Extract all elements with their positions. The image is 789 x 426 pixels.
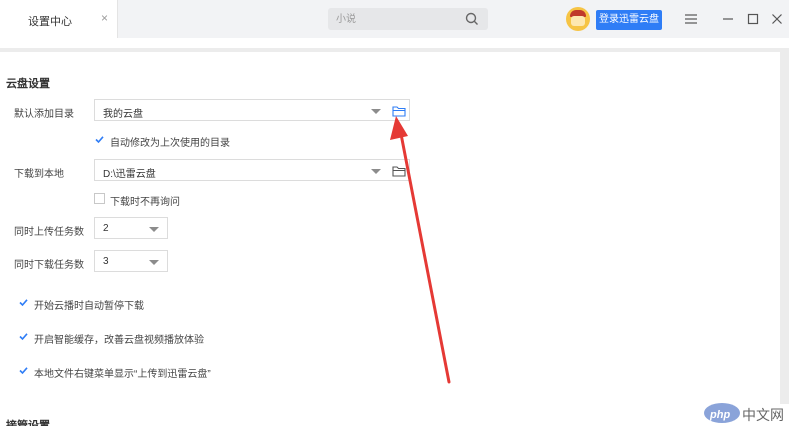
section-title-next: 接管设置: [6, 420, 50, 426]
folder-icon[interactable]: [392, 165, 406, 177]
minimize-icon[interactable]: [720, 11, 736, 27]
section-title-cloud: 云盘设置: [6, 78, 50, 90]
chevron-down-icon[interactable]: [149, 260, 159, 265]
next-section-panel: [0, 404, 789, 426]
default-dir-value: 我的云盘: [103, 109, 143, 120]
menu-icon[interactable]: [683, 11, 699, 27]
auto-pause-label: 开始云播时自动暂停下载: [34, 301, 144, 312]
no-ask-checkbox[interactable]: [94, 193, 105, 204]
context-menu-checkbox[interactable]: [18, 365, 29, 376]
watermark-site: 中文网: [742, 407, 784, 423]
smart-cache-label: 开启智能缓存，改善云盘视频播放体验: [34, 335, 204, 346]
top-strip: [0, 38, 789, 48]
watermark: php 中文网: [704, 401, 788, 425]
avatar[interactable]: [566, 7, 590, 31]
download-local-select[interactable]: D:\迅雷云盘: [94, 159, 410, 181]
chevron-down-icon[interactable]: [149, 227, 159, 232]
chevron-down-icon[interactable]: [371, 169, 381, 174]
smart-cache-checkbox[interactable]: [18, 331, 29, 342]
download-tasks-select[interactable]: 3: [94, 250, 168, 272]
upload-tasks-value: 2: [103, 223, 109, 234]
tab-label: 设置中心: [28, 16, 72, 28]
default-dir-select[interactable]: 我的云盘: [94, 99, 410, 121]
title-bar: 设置中心 × 登录迅雷云盘: [0, 0, 789, 38]
auto-modify-label: 自动修改为上次使用的目录: [110, 138, 230, 149]
close-icon[interactable]: [769, 11, 785, 27]
default-dir-label: 默认添加目录: [14, 109, 74, 120]
watermark-logo-text: php: [710, 409, 731, 421]
login-button[interactable]: 登录迅雷云盘: [596, 10, 662, 30]
download-local-value: D:\迅雷云盘: [103, 169, 156, 180]
watermark-logo: php: [704, 403, 740, 423]
upload-tasks-label: 同时上传任务数: [14, 227, 84, 238]
chevron-down-icon[interactable]: [371, 109, 381, 114]
tab-settings-center[interactable]: 设置中心 ×: [0, 0, 118, 38]
search-box[interactable]: [328, 8, 488, 30]
auto-pause-checkbox[interactable]: [18, 297, 29, 308]
upload-tasks-select[interactable]: 2: [94, 217, 168, 239]
auto-modify-checkbox[interactable]: [94, 134, 105, 145]
download-local-label: 下载到本地: [14, 169, 64, 180]
maximize-icon[interactable]: [745, 11, 761, 27]
context-menu-label: 本地文件右键菜单显示“上传到迅雷云盘”: [34, 369, 211, 380]
search-icon[interactable]: [464, 11, 480, 27]
tab-close-icon[interactable]: ×: [101, 11, 108, 25]
avatar-face: [571, 16, 585, 26]
download-tasks-label: 同时下载任务数: [14, 260, 84, 271]
no-ask-label: 下载时不再询问: [110, 197, 180, 208]
search-input[interactable]: [336, 12, 456, 26]
download-tasks-value: 3: [103, 256, 109, 267]
folder-icon[interactable]: [392, 105, 406, 117]
